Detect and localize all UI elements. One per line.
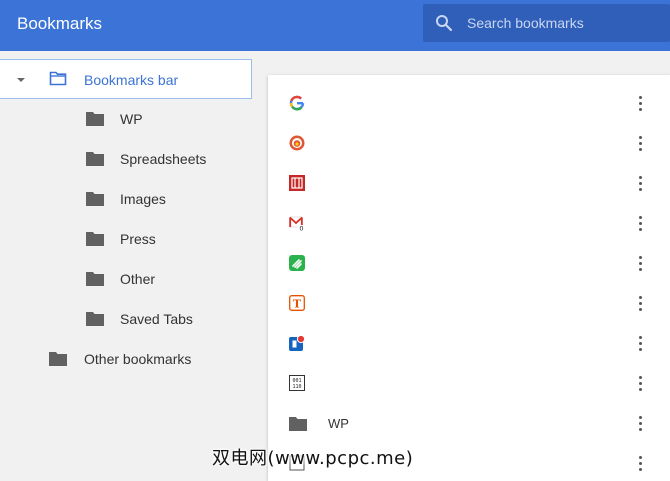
folder-outline-icon	[49, 71, 67, 86]
top-bar: Bookmarks	[0, 0, 670, 51]
more-options-icon[interactable]	[631, 174, 649, 192]
more-options-icon[interactable]	[631, 214, 649, 232]
folder-icon	[289, 417, 307, 431]
more-options-icon[interactable]	[631, 254, 649, 272]
t-letter-favicon-icon: T	[289, 295, 305, 311]
tree-item-label: Images	[120, 191, 166, 207]
watermark: 双电网(www.pcpc.me)	[212, 448, 414, 469]
tree-item-bookmarks-bar[interactable]: Bookmarks bar	[0, 59, 252, 99]
more-options-icon[interactable]	[631, 374, 649, 392]
tree-item-label: Press	[120, 231, 156, 247]
tree-item-label: Saved Tabs	[120, 311, 193, 327]
bookmark-title: WP	[328, 416, 349, 431]
folder-tree: Bookmarks bar WP Spreadsheets Images Pre…	[0, 51, 252, 481]
folder-icon	[86, 232, 104, 246]
tree-item-label: Other	[120, 271, 156, 287]
google-favicon-icon	[289, 95, 305, 111]
bookmark-row[interactable]	[268, 323, 670, 363]
pushbullet-favicon-icon	[289, 335, 305, 351]
expand-arrow-icon[interactable]	[16, 76, 26, 84]
more-options-icon[interactable]	[631, 334, 649, 352]
app-title: Bookmarks	[17, 14, 103, 33]
tree-item-label: Spreadsheets	[120, 151, 207, 167]
tree-item-press[interactable]: Press	[0, 219, 252, 259]
svg-text:110: 110	[292, 384, 301, 390]
binary-favicon-icon: 001 110	[289, 375, 305, 391]
search-icon	[436, 15, 453, 32]
bookmark-list: 0 T 001 110 WP	[268, 75, 670, 481]
tree-item-other[interactable]: Other	[0, 259, 252, 299]
bookmark-row[interactable]	[268, 83, 670, 123]
folder-icon	[86, 272, 104, 286]
bookmark-row[interactable]: T	[268, 283, 670, 323]
folder-icon	[86, 192, 104, 206]
tree-item-saved-tabs[interactable]: Saved Tabs	[0, 299, 252, 339]
search-box[interactable]	[423, 4, 670, 42]
bookmark-row[interactable]	[268, 123, 670, 163]
gmail-favicon-icon: 0	[289, 216, 305, 231]
more-options-icon[interactable]	[631, 454, 649, 472]
feedly-favicon-icon	[289, 255, 305, 271]
tree-item-label: Bookmarks bar	[84, 72, 179, 88]
bookmark-row[interactable]	[268, 163, 670, 203]
more-options-icon[interactable]	[631, 414, 649, 432]
search-input[interactable]	[467, 8, 662, 38]
tree-item-label: WP	[120, 111, 143, 127]
more-options-icon[interactable]	[631, 134, 649, 152]
more-options-icon[interactable]	[631, 294, 649, 312]
more-options-icon[interactable]	[631, 94, 649, 112]
tree-item-other-bookmarks[interactable]: Other bookmarks	[0, 339, 252, 379]
tree-item-images[interactable]: Images	[0, 179, 252, 219]
tree-item-label: Other bookmarks	[84, 351, 192, 367]
folder-icon	[86, 152, 104, 166]
bookmark-row[interactable]: 001 110	[268, 363, 670, 403]
folder-icon	[86, 112, 104, 126]
bookmark-row[interactable]	[268, 243, 670, 283]
folder-row-wp[interactable]: WP	[268, 403, 670, 443]
svg-text:0: 0	[299, 225, 303, 231]
bookmark-row[interactable]: 0	[268, 203, 670, 243]
duckduckgo-favicon-icon	[289, 135, 305, 151]
folder-icon	[49, 352, 67, 366]
folder-icon	[86, 312, 104, 326]
red-site-favicon-icon	[289, 175, 305, 191]
tree-item-wp[interactable]: WP	[0, 99, 252, 139]
svg-text:T: T	[293, 298, 302, 311]
tree-item-spreadsheets[interactable]: Spreadsheets	[0, 139, 252, 179]
